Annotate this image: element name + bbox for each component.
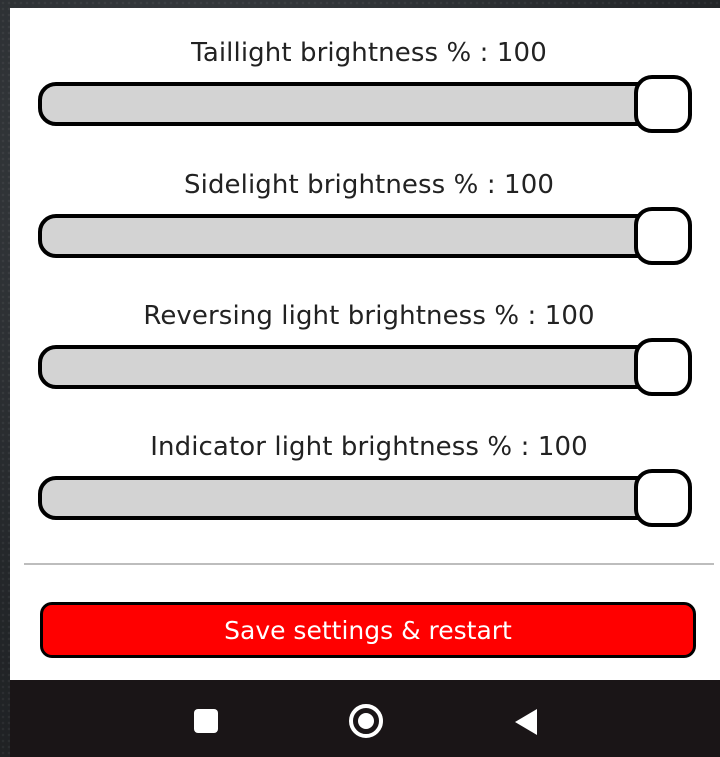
taillight-brightness-slider-thumb[interactable] bbox=[634, 75, 692, 133]
reversing-light-brightness-slider-thumb[interactable] bbox=[634, 338, 692, 396]
triangle-back-icon[interactable] bbox=[515, 709, 537, 735]
section-divider bbox=[24, 563, 714, 565]
taillight-brightness-slider[interactable] bbox=[38, 82, 690, 126]
sidelight-brightness-label: Sidelight brightness % : 100 bbox=[184, 170, 554, 200]
circle-home-icon[interactable] bbox=[349, 704, 383, 738]
reversing-light-brightness-label: Reversing light brightness % : 100 bbox=[143, 301, 595, 331]
sidelight-brightness-slider[interactable] bbox=[38, 214, 690, 258]
square-icon[interactable] bbox=[194, 709, 218, 733]
settings-panel: Taillight brightness % : 100 Sidelight b… bbox=[10, 8, 720, 680]
system-navigation-bar bbox=[10, 680, 720, 757]
taillight-brightness-label: Taillight brightness % : 100 bbox=[191, 38, 547, 68]
reversing-light-brightness-slider[interactable] bbox=[38, 345, 690, 389]
sidelight-brightness-slider-thumb[interactable] bbox=[634, 207, 692, 265]
indicator-light-brightness-slider-thumb[interactable] bbox=[634, 469, 692, 527]
indicator-light-brightness-slider[interactable] bbox=[38, 476, 690, 520]
save-settings-restart-button[interactable]: Save settings & restart bbox=[40, 602, 696, 658]
indicator-light-brightness-label: Indicator light brightness % : 100 bbox=[150, 432, 588, 462]
